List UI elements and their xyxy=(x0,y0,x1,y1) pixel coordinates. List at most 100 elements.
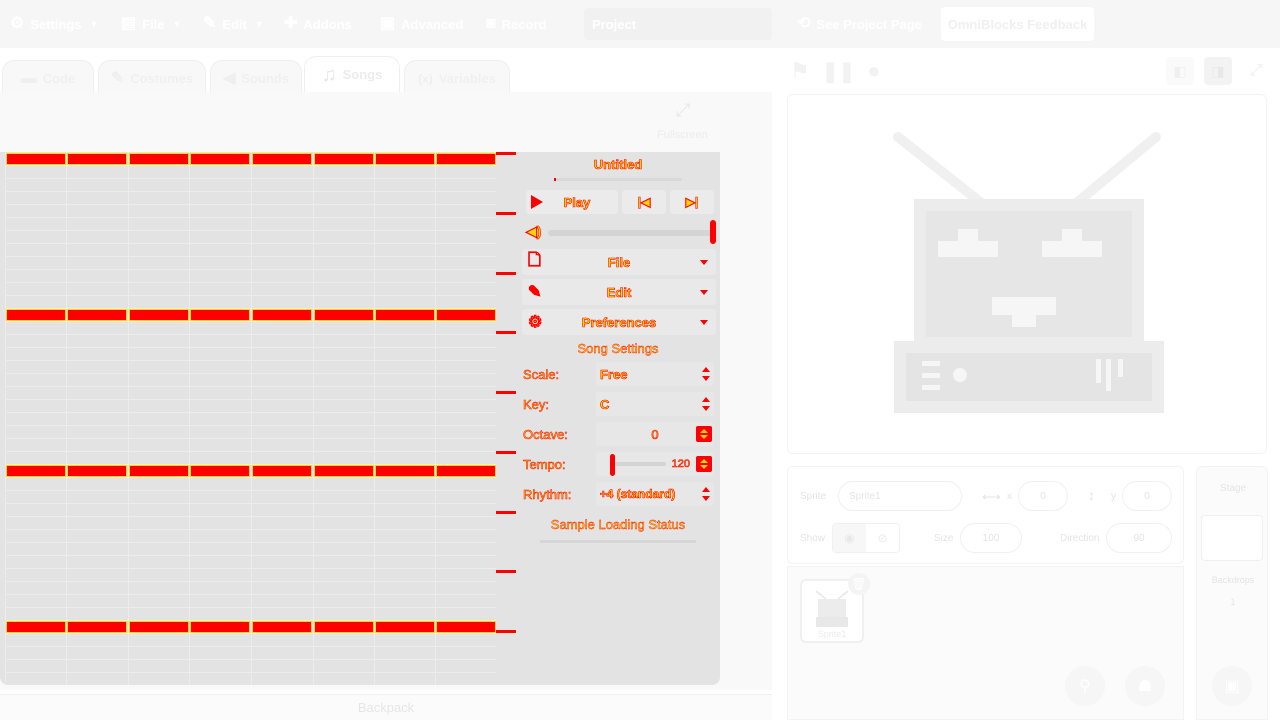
chevron-down-icon xyxy=(700,289,708,295)
grid-column-line xyxy=(313,152,314,685)
grid-row-line xyxy=(5,568,496,569)
direction-value: 90 xyxy=(1133,532,1145,544)
music-note-icon: ♫ xyxy=(321,63,337,86)
size-value: 100 xyxy=(982,532,1000,544)
show-eye-icon[interactable]: ◉ xyxy=(833,524,866,552)
preferences-dropdown[interactable]: ⚙ Preferences xyxy=(522,309,716,335)
sprite-name-input[interactable]: Sprite1 xyxy=(838,481,962,511)
octave-input[interactable]: 0 xyxy=(596,422,714,446)
see-project-page-button[interactable]: ⟲ See Project Page xyxy=(797,0,922,48)
grid-row-line xyxy=(5,360,496,361)
file-dropdown[interactable]: 🗋 File xyxy=(522,249,716,275)
grid-row-line xyxy=(5,399,496,400)
backpack-bar[interactable]: Backpack xyxy=(0,694,772,720)
y-input[interactable]: 0 xyxy=(1122,481,1172,511)
record-menu[interactable]: ◙ Record xyxy=(486,0,546,48)
backdrop-thumbnail[interactable] xyxy=(1201,515,1263,561)
grid-row-line xyxy=(5,555,496,556)
grid-column-line xyxy=(66,152,67,685)
volume-slider[interactable] xyxy=(548,230,714,236)
direction-input[interactable]: 90 xyxy=(1106,523,1172,553)
pencil-icon: ✎ xyxy=(203,15,217,32)
add-sprite-button[interactable]: ☗ xyxy=(1125,666,1165,706)
key-select[interactable]: C xyxy=(596,392,714,416)
stage-panel-title: Stage xyxy=(1219,483,1247,494)
advanced-menu[interactable]: ▣ Advanced xyxy=(380,0,463,48)
skip-back-button[interactable]: |◀ xyxy=(622,190,666,214)
green-flag-icon[interactable]: ⚑ xyxy=(790,58,810,84)
note-grid[interactable] xyxy=(5,152,496,685)
octave-marker-cell xyxy=(314,309,374,321)
octave-marker-cell xyxy=(375,309,435,321)
small-stage-icon[interactable]: ◧ xyxy=(1166,57,1194,85)
tempo-value: 120 xyxy=(671,458,690,471)
bar-markers xyxy=(496,152,518,685)
tempo-slider-thumb[interactable] xyxy=(610,454,615,476)
fullscreen-stage-icon[interactable]: ⤢ xyxy=(1242,57,1270,85)
bar-marker xyxy=(496,630,516,633)
file-icon: ▤ xyxy=(121,15,137,32)
octave-marker-cell xyxy=(67,153,127,165)
size-input[interactable]: 100 xyxy=(960,523,1022,553)
grid-row-line xyxy=(5,438,496,439)
octave-marker-cell xyxy=(252,621,312,633)
addons-menu[interactable]: ✚ Addons xyxy=(284,0,352,48)
play-button[interactable]: Play xyxy=(526,190,618,214)
tempo-stepper[interactable] xyxy=(696,456,712,472)
code-icon: ▬ xyxy=(20,69,37,87)
tempo-control[interactable]: 120 xyxy=(596,452,714,476)
tab-songs[interactable]: ♫ Songs xyxy=(304,56,400,92)
octave-stepper[interactable] xyxy=(696,426,712,442)
grid-row-line xyxy=(5,490,496,491)
chevron-down-icon xyxy=(700,259,708,265)
settings-menu[interactable]: ⚙ Settings ▼ xyxy=(10,0,99,48)
grid-row-line xyxy=(5,607,496,608)
x-input[interactable]: 0 xyxy=(1018,481,1068,511)
hide-eye-icon[interactable]: ⊘ xyxy=(866,524,899,552)
rhythm-select[interactable]: ÷4 (standard) xyxy=(596,482,714,506)
grid-column-line xyxy=(374,152,375,685)
grid-row-line xyxy=(5,295,496,296)
delete-sprite-icon[interactable]: 🗑 xyxy=(848,573,870,595)
edit-menu[interactable]: ✎ Edit ▼ xyxy=(203,0,264,48)
key-value: C xyxy=(600,396,610,412)
octave-marker-cell xyxy=(129,621,189,633)
song-title[interactable]: Untitled xyxy=(518,157,718,173)
file-menu[interactable]: ▤ File ▼ xyxy=(121,0,181,48)
grid-row-line xyxy=(5,321,496,322)
grid-row-line xyxy=(5,646,496,647)
y-value: 0 xyxy=(1144,490,1150,502)
skip-forward-button[interactable]: ▶| xyxy=(670,190,714,214)
x-label: x xyxy=(1007,491,1012,502)
grid-column-line xyxy=(189,152,190,685)
tab-variables[interactable]: (x) Variables xyxy=(404,60,510,96)
add-backdrop-button[interactable]: ▣ xyxy=(1212,666,1252,706)
feedback-button[interactable]: OmniBlocks Feedback xyxy=(941,7,1094,41)
pause-icon[interactable]: ❚❚ xyxy=(822,59,856,84)
octave-marker-cell xyxy=(190,621,250,633)
project-title-placeholder: Project xyxy=(592,16,637,32)
addons-menu-label: Addons xyxy=(303,16,352,32)
tab-costumes[interactable]: ✎ Costumes xyxy=(98,60,206,96)
stage-canvas[interactable] xyxy=(787,94,1267,454)
tempo-slider[interactable] xyxy=(610,462,666,466)
grid-row-line xyxy=(5,334,496,335)
fullscreen-icon[interactable]: ⤢ xyxy=(676,100,690,121)
search-sprite-button[interactable]: ⚲ xyxy=(1065,666,1105,706)
edit-dropdown[interactable]: ✎ Edit xyxy=(522,279,716,305)
tab-sounds[interactable]: ◀ Sounds xyxy=(210,60,302,96)
image-icon: ▣ xyxy=(380,15,396,32)
normal-stage-icon[interactable]: ◨ xyxy=(1204,57,1232,85)
stop-icon[interactable]: ● xyxy=(867,58,880,84)
scale-select[interactable]: Free xyxy=(596,362,714,386)
octave-marker-cell xyxy=(6,309,66,321)
bar-marker xyxy=(496,511,516,514)
grid-row-line xyxy=(5,269,496,270)
octave-marker-cell xyxy=(252,309,312,321)
volume-slider-thumb[interactable] xyxy=(710,220,716,244)
grid-row-line xyxy=(5,230,496,231)
tab-code[interactable]: ▬ Code xyxy=(2,60,94,96)
octave-marker-cell xyxy=(129,465,189,477)
project-title-input[interactable]: Project xyxy=(584,8,772,40)
play-label: Play xyxy=(563,194,591,210)
